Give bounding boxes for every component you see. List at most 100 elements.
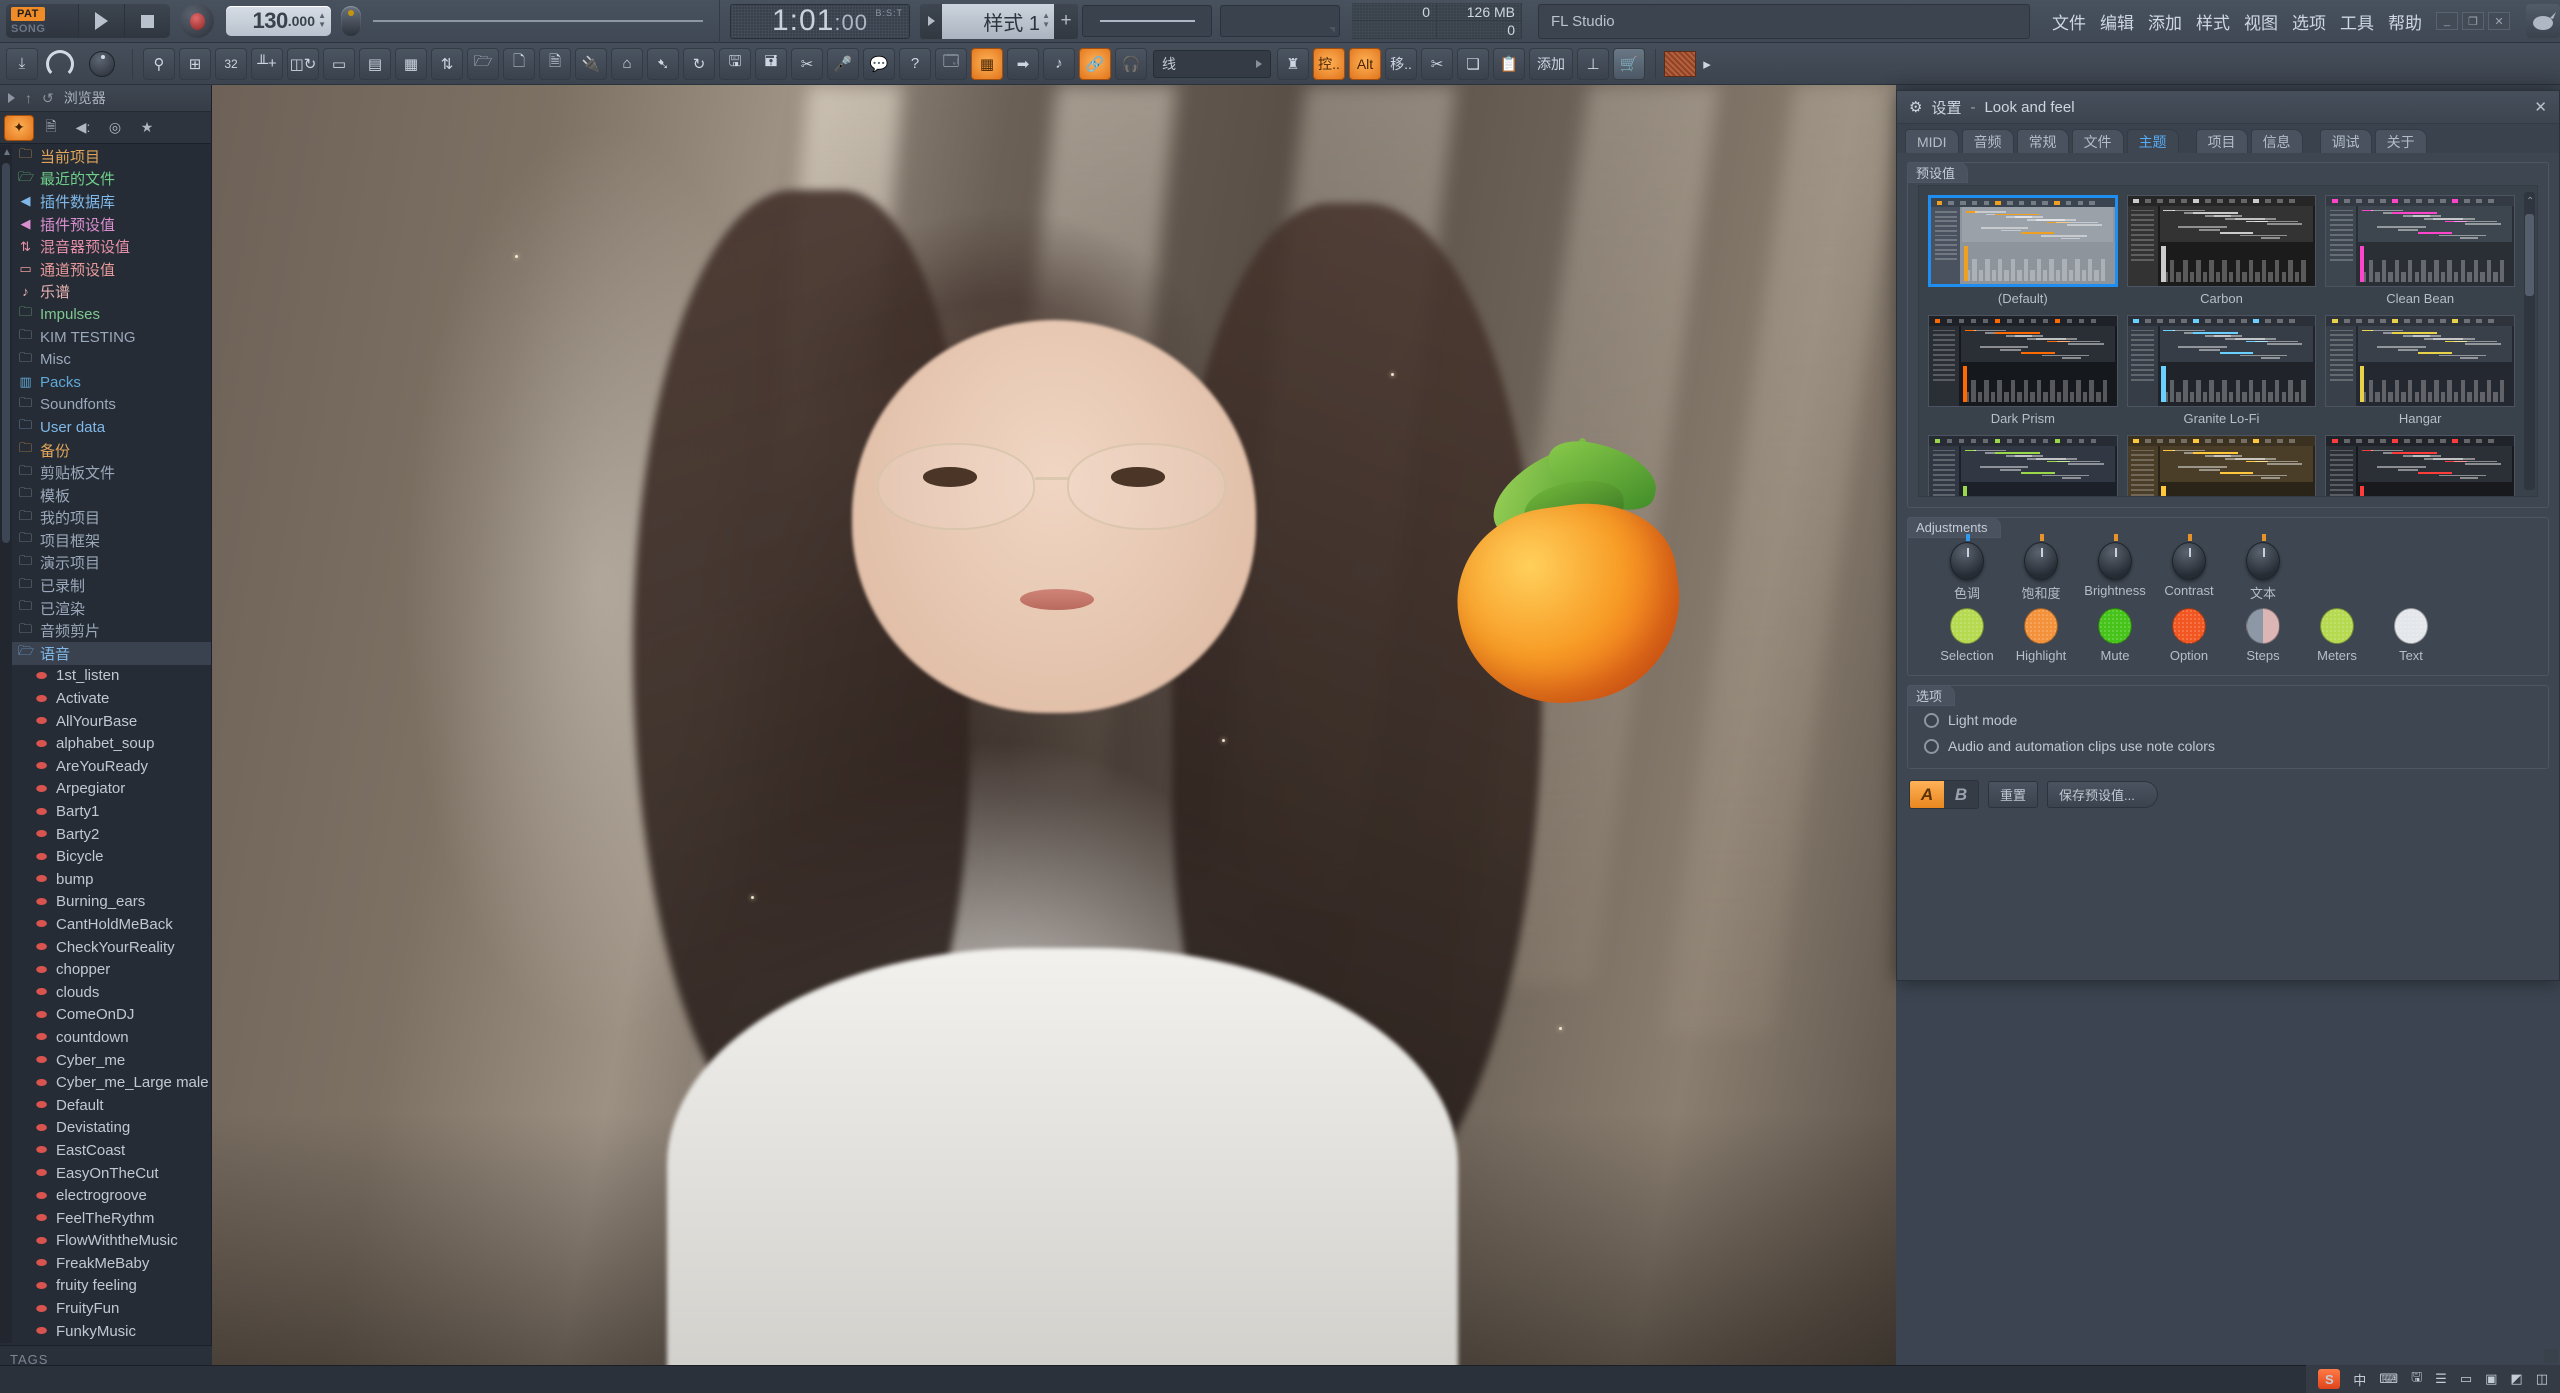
browser-folder-item[interactable]: ▭ 通道预设值 xyxy=(12,258,211,281)
browser-folder-item[interactable]: 🗁 最近的文件 xyxy=(12,168,211,191)
browser-file-item[interactable]: ⬬ ComeOnDJ xyxy=(12,1004,211,1027)
knob-dial-icon[interactable] xyxy=(2098,534,2132,580)
browser-file-item[interactable]: ⬬GoodbyeSoberDay xyxy=(12,1342,211,1343)
hue-knob[interactable]: 色调 xyxy=(1930,534,2004,602)
browser-file-item[interactable]: ⬬ CantHoldMeBack xyxy=(12,913,211,936)
theme-preset-thumbnail[interactable] xyxy=(1928,315,2118,407)
pattern-color-swatch[interactable] xyxy=(1664,50,1696,77)
knob-dial-icon[interactable] xyxy=(1950,534,1984,580)
metronome-icon[interactable]: ⊞ xyxy=(179,47,211,80)
browser-file-item[interactable]: ⬬ countdown xyxy=(12,1026,211,1049)
settings-tab-MIDI[interactable]: MIDI xyxy=(1905,129,1959,153)
browser-folder-item[interactable]: ♪ 乐谱 xyxy=(12,281,211,304)
pitch-knob-icon[interactable] xyxy=(341,6,361,36)
browser-folder-item[interactable]: 🗀 已渲染 xyxy=(12,597,211,620)
mute-color-swatch[interactable]: Mute xyxy=(2078,608,2152,663)
browser-file-item[interactable]: ⬬ 1st_listen xyxy=(12,665,211,688)
scrollbar-thumb[interactable] xyxy=(2,163,10,543)
settings-tab-文件[interactable]: 文件 xyxy=(2071,129,2124,153)
count-in-icon[interactable]: ╨+ xyxy=(251,47,283,80)
step-sequencer-icon[interactable]: ▦ xyxy=(395,47,427,80)
link-icon[interactable]: 🔗 xyxy=(1079,47,1111,80)
browser-folder-item[interactable]: ⇅ 混音器预设值 xyxy=(12,235,211,258)
overdub-icon[interactable]: ◫↻ xyxy=(287,47,319,80)
show-desktop-icon[interactable]: ◫ xyxy=(2536,1371,2548,1387)
browser-folder-item[interactable]: 🗀 剪贴板文件 xyxy=(12,461,211,484)
theme-preset-thumbnail[interactable] xyxy=(2325,195,2515,287)
plugin-picker-icon[interactable]: 🔌 xyxy=(575,47,607,80)
presets-scroll-area[interactable]: (Default) Carbon Clean Bean Dark Prism Grani… xyxy=(1918,185,2538,497)
theme-preset-item[interactable]: Loopy Fruits xyxy=(2126,435,2317,496)
theme-preset-item[interactable]: Clean Bean xyxy=(2325,195,2515,306)
theme-preset-item[interactable]: Legend xyxy=(1928,435,2118,496)
option-color-swatch[interactable]: Option xyxy=(2152,608,2226,663)
theme-preset-thumbnail[interactable] xyxy=(2325,435,2515,496)
browser-tab-files[interactable]: 🗎 xyxy=(36,115,66,141)
browser-file-item[interactable]: ⬬ Cyber_me xyxy=(12,1049,211,1072)
theme-preset-thumbnail[interactable] xyxy=(2325,315,2515,407)
browser-file-item[interactable]: ⬬ AllYourBase xyxy=(12,710,211,733)
online-panel[interactable] xyxy=(1082,5,1212,37)
add-button[interactable]: 添加 xyxy=(1529,47,1573,80)
knob-dial-icon[interactable] xyxy=(2172,534,2206,580)
menu-item-view[interactable]: 视图 xyxy=(2244,9,2278,34)
browser-folder-item[interactable]: 🗀 模板 xyxy=(12,484,211,507)
wait-for-input-icon[interactable]: 32 xyxy=(215,47,247,80)
arrow-right-icon[interactable]: ➡ xyxy=(1007,47,1039,80)
cut-icon[interactable]: ✂ xyxy=(791,47,823,80)
browser-file-item[interactable]: ⬬ FeelTheRythm xyxy=(12,1207,211,1230)
slot-b-button[interactable]: B xyxy=(1944,781,1978,808)
lamp-icon[interactable]: ⌂ xyxy=(611,47,643,80)
pattern-spinner-icon[interactable]: ▲ ▼ xyxy=(1042,11,1050,29)
color-swatch-circle[interactable] xyxy=(2098,608,2132,644)
pointer-icon[interactable]: ➷ xyxy=(647,47,679,80)
browser-file-item[interactable]: ⬬ EasyOnTheCut xyxy=(12,1162,211,1185)
note-colors-option[interactable]: Audio and automation clips use note colo… xyxy=(1918,732,2538,758)
steps-color-swatch[interactable]: Steps xyxy=(2226,608,2300,663)
browser-file-item[interactable]: ⬬ chopper xyxy=(12,958,211,981)
browser-file-item[interactable]: ⬬ Arpegiator xyxy=(12,778,211,801)
browser-folder-item[interactable]: 🗀 已录制 xyxy=(12,574,211,597)
master-pitch-knob[interactable] xyxy=(82,47,122,81)
text-color-swatch[interactable]: Text xyxy=(2374,608,2448,663)
record-button[interactable] xyxy=(180,4,214,38)
headphone-icon[interactable]: 🎧 xyxy=(1115,47,1147,80)
browser-tab-favorites[interactable]: ★ xyxy=(132,115,162,141)
alt-button[interactable]: Alt xyxy=(1349,47,1381,80)
browser-file-item[interactable]: ⬬ bump xyxy=(12,868,211,891)
draw-tool-icon[interactable]: ♜ xyxy=(1277,47,1309,80)
volume-icon[interactable]: 🖫 xyxy=(2411,1368,2422,1390)
browser-folder-item[interactable]: 🗀 User data xyxy=(12,416,211,439)
color-swatch-circle[interactable] xyxy=(2172,608,2206,644)
menu-item-edit[interactable]: 编辑 xyxy=(2100,9,2134,34)
menu-item-help[interactable]: 帮助 xyxy=(2388,9,2422,34)
pattern-selector[interactable]: 样式 1 ▲ ▼ + xyxy=(920,3,1078,39)
save-preset-button[interactable]: 保存预设值... xyxy=(2047,781,2158,808)
battery-icon[interactable]: ▭ xyxy=(2460,1371,2472,1387)
browser-tab-plugins[interactable]: ◀: xyxy=(68,115,98,141)
slot-a-button[interactable]: A xyxy=(1910,781,1944,808)
theme-preset-thumbnail[interactable] xyxy=(2126,195,2317,287)
theme-preset-item[interactable]: Hangar xyxy=(2325,315,2515,426)
browser-menu-icon[interactable] xyxy=(8,93,15,103)
new-project-icon[interactable]: 🗋 xyxy=(503,47,535,80)
browser-folder-item[interactable]: 🗀 Misc xyxy=(12,348,211,371)
meters-color-swatch[interactable]: Meters xyxy=(2300,608,2374,663)
browser-tab-search[interactable]: ◎ xyxy=(100,115,130,141)
browser-folder-item[interactable]: ◀ 插件预设值 xyxy=(12,213,211,236)
settings-dialog[interactable]: ⚙ 设置 - Look and feel ✕ MIDI 音频 常规 文件 主题 项目 信息调… xyxy=(1896,90,2560,981)
stop-button[interactable] xyxy=(124,4,170,38)
selection-color-swatch[interactable]: Selection xyxy=(1930,608,2004,663)
help-icon[interactable]: ? xyxy=(899,47,931,80)
browser-folder-item[interactable]: ◀ 插件数据库 xyxy=(12,190,211,213)
light-mode-radio[interactable] xyxy=(1924,712,1939,728)
browser-folder-item[interactable]: 🗀 演示项目 xyxy=(12,552,211,575)
browser-file-item[interactable]: ⬬ FruityFun xyxy=(12,1297,211,1320)
menu-item-options[interactable]: 选项 xyxy=(2292,9,2326,34)
close-icon[interactable]: ✕ xyxy=(2534,98,2547,116)
browser-file-item[interactable]: ⬬ electrogroove xyxy=(12,1184,211,1207)
browser-folder-item[interactable]: 🗀 Impulses xyxy=(12,303,211,326)
open-project-icon[interactable]: 🗎 xyxy=(539,47,571,80)
pattern-song-toggle[interactable]: PAT SONG xyxy=(6,4,78,38)
reset-button[interactable]: 重置 xyxy=(1988,781,2039,808)
